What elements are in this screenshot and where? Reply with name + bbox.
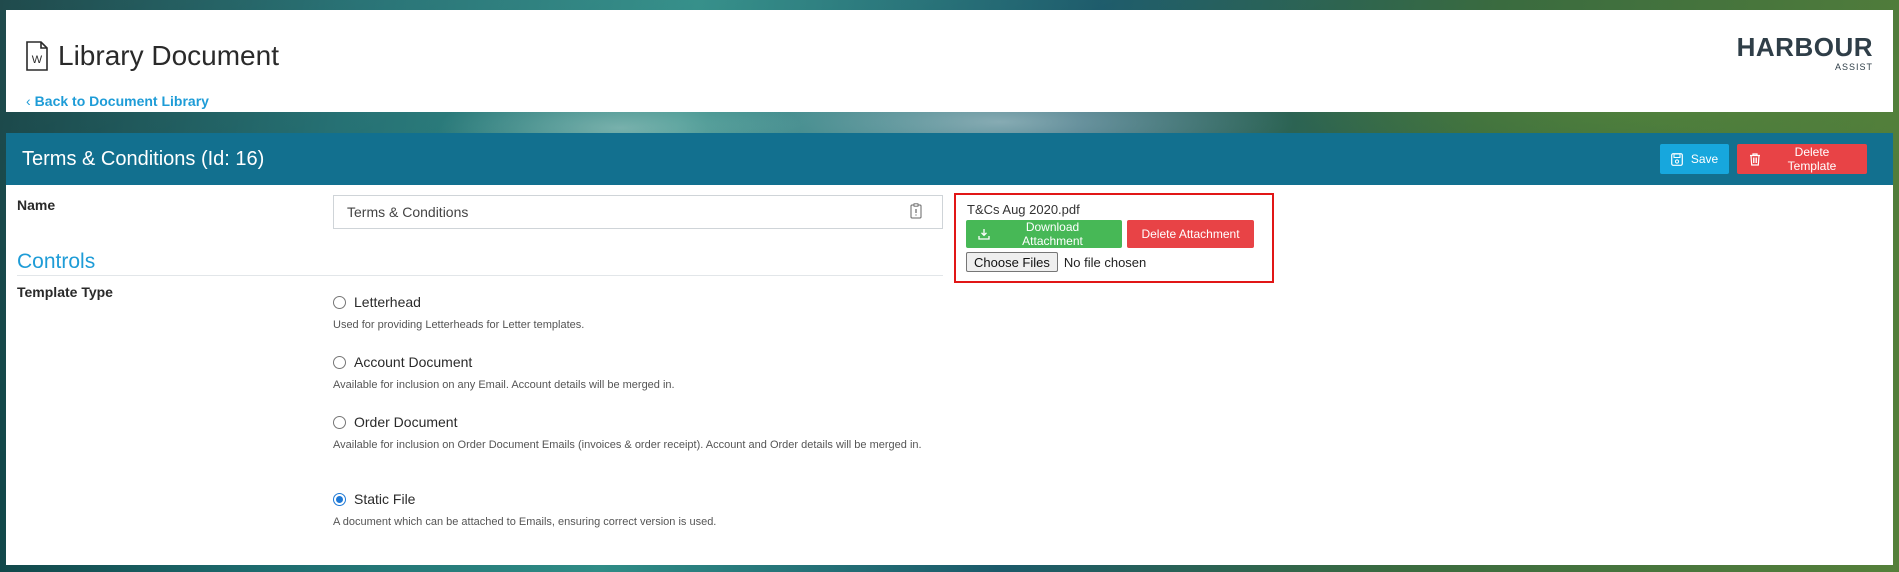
template-type-radio-group: Letterhead Used for providing Letterhead… (333, 291, 943, 538)
document-word-icon: W (26, 41, 48, 71)
save-button[interactable]: Save (1660, 144, 1729, 174)
delete-template-button[interactable]: Delete Template (1737, 144, 1867, 174)
template-type-option: Static File A document which can be atta… (333, 478, 943, 538)
letterhead-label[interactable]: Letterhead (354, 294, 421, 310)
letterhead-radio[interactable] (333, 295, 346, 309)
no-file-chosen-text: No file chosen (1063, 254, 1147, 270)
svg-text:W: W (32, 54, 43, 66)
template-type-option: Account Document Available for inclusion… (333, 341, 943, 401)
name-input[interactable] (333, 195, 943, 229)
panel-actions: Save Delete Template (1660, 144, 1867, 174)
panel-header: Terms & Conditions (Id: 16) Save Delete … (6, 133, 1893, 185)
back-to-library-link[interactable]: ‹ Back to Document Library (26, 93, 209, 109)
attachment-file-name: T&Cs Aug 2020.pdf (967, 202, 1080, 217)
chevron-left-icon: ‹ (26, 93, 31, 109)
static-file-label[interactable]: Static File (354, 491, 415, 507)
template-type-option: Letterhead Used for providing Letterhead… (333, 291, 943, 341)
panel-title: Terms & Conditions (Id: 16) (22, 147, 265, 170)
document-panel: Terms & Conditions (Id: 16) Save Delete … (6, 133, 1893, 565)
radio-row-account-document[interactable]: Account Document (333, 351, 943, 373)
logo-brand: HARBOUR (1736, 32, 1873, 62)
trash-icon (1749, 152, 1761, 166)
page-title-text: Library Document (58, 40, 279, 71)
order-document-label[interactable]: Order Document (354, 414, 457, 430)
choose-files-button[interactable]: Choose Files (966, 252, 1058, 272)
controls-heading: Controls (17, 250, 96, 273)
delete-attachment-button[interactable]: Delete Attachment (1127, 220, 1254, 248)
account-document-description: Available for inclusion on any Email. Ac… (333, 379, 675, 391)
template-type-label: Template Type (17, 284, 113, 300)
save-button-label: Save (1690, 152, 1719, 166)
logo-sub: ASSIST (1834, 62, 1873, 72)
account-document-label[interactable]: Account Document (354, 354, 472, 370)
radio-row-letterhead[interactable]: Letterhead (333, 291, 943, 313)
clipboard-icon[interactable] (910, 203, 922, 219)
radio-row-order-document[interactable]: Order Document (333, 411, 943, 433)
letterhead-description: Used for providing Letterheads for Lette… (333, 319, 585, 331)
radio-row-static-file[interactable]: Static File (333, 488, 943, 510)
download-attachment-label: Download Attachment (1022, 220, 1083, 248)
delete-template-label: Delete Template (1787, 145, 1837, 173)
order-document-radio[interactable] (333, 415, 346, 429)
download-icon (978, 228, 990, 241)
section-divider (17, 275, 943, 276)
delete-attachment-label: Delete Attachment (1141, 227, 1240, 241)
page-title: W Library Document (26, 40, 279, 72)
template-type-option: Order Document Available for inclusion o… (333, 401, 943, 478)
back-link-label: Back to Document Library (34, 93, 209, 109)
download-attachment-button[interactable]: Download Attachment (966, 220, 1122, 248)
harbour-assist-logo: HARBOUR ASSIST (1737, 34, 1873, 72)
file-picker: Choose Files No file chosen (966, 252, 1146, 272)
name-label: Name (17, 197, 56, 213)
static-file-description: A document which can be attached to Emai… (333, 516, 717, 528)
order-document-description: Available for inclusion on Order Documen… (333, 439, 922, 451)
save-icon (1670, 152, 1683, 166)
attachment-highlight-box: T&Cs Aug 2020.pdf Download Attachment De… (954, 193, 1274, 283)
account-document-radio[interactable] (333, 355, 346, 369)
static-file-radio[interactable] (333, 492, 346, 506)
page-header: W Library Document ‹ Back to Document Li… (6, 10, 1893, 112)
